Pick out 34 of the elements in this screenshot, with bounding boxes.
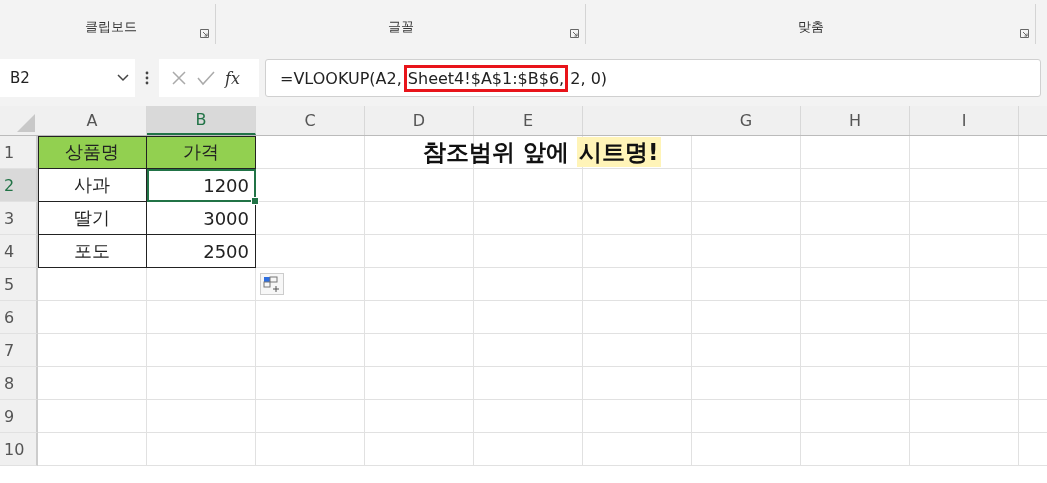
- group-label: 글꼴: [387, 18, 414, 36]
- row-header[interactable]: 10: [0, 433, 38, 466]
- row-header[interactable]: 8: [0, 367, 38, 400]
- row-header[interactable]: 4: [0, 235, 38, 268]
- table-cell: 1200: [147, 169, 256, 202]
- table-cell: 2500: [147, 235, 256, 268]
- row-header[interactable]: 7: [0, 334, 38, 367]
- fill-handle[interactable]: [251, 197, 259, 205]
- formula-field[interactable]: =VLOOKUP(A2, Sheet4!$A$1:$B$6, 2, 0): [265, 59, 1041, 97]
- table-cell: 상품명: [38, 136, 147, 169]
- row-header[interactable]: 3: [0, 202, 38, 235]
- table-cell: 포도: [38, 235, 147, 268]
- row-header[interactable]: 5: [0, 268, 38, 301]
- group-label: 클립보드: [84, 18, 137, 36]
- more-icon[interactable]: [145, 71, 149, 85]
- column-header[interactable]: B: [147, 106, 256, 135]
- paste-options-icon[interactable]: [260, 273, 284, 295]
- annotation-text: 참조범위 앞에 시트명!: [423, 137, 661, 168]
- check-icon[interactable]: [197, 70, 215, 86]
- table-cell: 사과: [38, 169, 147, 202]
- chevron-icon[interactable]: [117, 74, 129, 82]
- row-header[interactable]: 9: [0, 400, 38, 433]
- group-label: 맞춤: [797, 18, 824, 36]
- table-cell: 3000: [147, 202, 256, 235]
- row-header[interactable]: 1: [0, 136, 38, 169]
- insert-function-icon[interactable]: fx: [225, 68, 240, 88]
- row-header[interactable]: 6: [0, 301, 38, 334]
- row-header[interactable]: 2: [0, 169, 38, 202]
- name-box[interactable]: B2: [0, 59, 135, 97]
- table-cell: 가격: [147, 136, 256, 169]
- table-cell: 딸기: [38, 202, 147, 235]
- dialog-launcher-icon[interactable]: [200, 29, 209, 38]
- dialog-launcher-icon[interactable]: [570, 29, 579, 38]
- dialog-launcher-icon[interactable]: [1020, 29, 1029, 38]
